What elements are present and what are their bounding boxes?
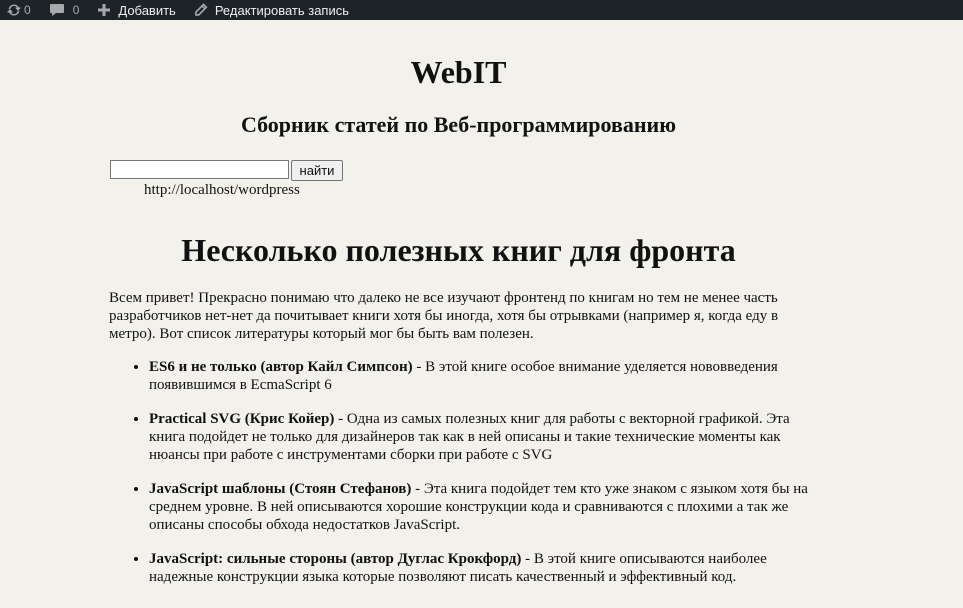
updates-icon	[6, 3, 22, 17]
site-url: http://localhost/wordpress	[144, 182, 300, 198]
book-title: Practical SVG (Крис Койер)	[149, 411, 335, 427]
list-item: Practical SVG (Крис Койер) - Одна из сам…	[149, 410, 809, 464]
list-item: JavaScript шаблоны (Стоян Стефанов) - Эт…	[149, 480, 809, 534]
edit-post-label: Редактировать запись	[214, 2, 350, 18]
admin-bar: 0 0 Добавить Редактировать запись	[0, 0, 963, 20]
site-title[interactable]: WebIT	[0, 52, 917, 92]
list-item: ES6 и не только (автор Кайл Симпсон) - В…	[149, 358, 809, 394]
plus-icon	[97, 3, 111, 17]
site-description: Сборник статей по Веб-программированию	[240, 112, 677, 137]
post-intro: Всем привет! Прекрасно понимаю что далек…	[109, 290, 779, 342]
list-item: JavaScript: сильные стороны (автор Дугла…	[149, 550, 809, 586]
books-list: ES6 и не только (автор Кайл Симпсон) - В…	[109, 358, 809, 602]
comments-count: 0	[72, 3, 80, 17]
edit-post-menu-item[interactable]: Редактировать запись	[193, 0, 349, 20]
book-title: ES6 и не только (автор Кайл Симпсон)	[149, 359, 413, 375]
pencil-icon	[193, 3, 208, 17]
search-button[interactable]: найти	[291, 160, 343, 181]
updates-menu-item[interactable]: 0	[6, 0, 31, 20]
comment-icon	[49, 3, 65, 17]
add-new-label: Добавить	[118, 2, 176, 18]
updates-count: 0	[24, 3, 31, 17]
post-title[interactable]: Несколько полезных книг для фронта	[0, 230, 917, 270]
comments-menu-item[interactable]: 0	[49, 0, 80, 20]
search-input[interactable]	[110, 160, 289, 179]
add-new-menu-item[interactable]: Добавить	[97, 0, 176, 20]
book-title: JavaScript шаблоны (Стоян Стефанов)	[149, 481, 412, 497]
book-title: JavaScript: сильные стороны (автор Дугла…	[149, 551, 522, 567]
